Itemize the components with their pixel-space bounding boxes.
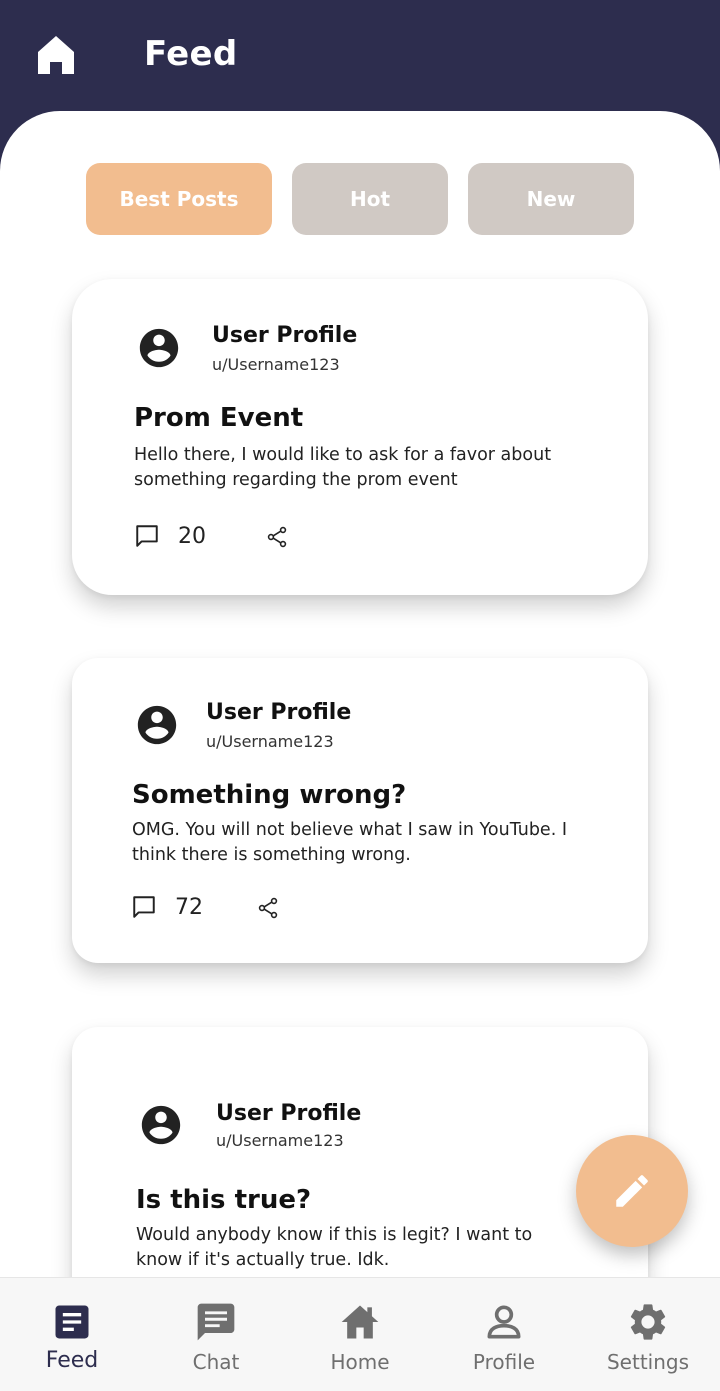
comment-icon[interactable] [131, 894, 157, 920]
post-author-name[interactable]: User Profile [212, 323, 357, 348]
page-title: Feed [144, 34, 238, 74]
tab-hot[interactable]: Hot [292, 163, 448, 235]
post-author-handle: u/Username123 [212, 355, 340, 374]
chat-icon [197, 1303, 235, 1341]
share-icon[interactable] [265, 525, 289, 549]
pencil-icon [616, 1175, 648, 1207]
account-circle-icon [141, 1105, 181, 1145]
gear-icon [630, 1304, 666, 1340]
post-author-name[interactable]: User Profile [206, 700, 351, 725]
nav-label-profile: Profile [472, 1350, 536, 1374]
nav-settings[interactable]: Settings [576, 1278, 720, 1391]
feed-icon [55, 1305, 89, 1339]
post-author-handle: u/Username123 [206, 732, 334, 751]
post-body: Would anybody know if this is legit? I w… [136, 1225, 533, 1270]
tab-new[interactable]: New [468, 163, 634, 235]
nav-feed[interactable]: Feed [0, 1278, 144, 1391]
bottom-navigation: Feed Chat Home Profile Settings [0, 1277, 720, 1391]
post-author-name[interactable]: User Profile [216, 1101, 361, 1126]
post-body: Hello there, I would like to ask for a f… [134, 445, 552, 490]
comment-count: 72 [175, 895, 203, 920]
profile-icon [487, 1305, 521, 1339]
tab-best-posts[interactable]: Best Posts [86, 163, 272, 235]
nav-home[interactable]: Home [288, 1278, 432, 1391]
post-body: OMG. You will not believe what I saw in … [132, 820, 567, 865]
comment-count: 20 [178, 524, 206, 549]
nav-label-feed: Feed [45, 1348, 99, 1373]
nav-label-settings: Settings [606, 1350, 690, 1374]
nav-profile[interactable]: Profile [432, 1278, 576, 1391]
account-circle-icon [137, 705, 177, 745]
post-card[interactable]: User Profile u/Username123 Something wro… [72, 658, 648, 963]
home-icon[interactable] [36, 34, 76, 76]
post-card[interactable]: User Profile u/Username123 Prom Event He… [72, 279, 648, 595]
account-circle-icon [139, 328, 179, 368]
post-title: Prom Event [134, 403, 304, 433]
nav-label-home: Home [330, 1350, 390, 1374]
nav-label-chat: Chat [192, 1350, 240, 1374]
post-title: Is this true? [136, 1185, 312, 1215]
comment-icon[interactable] [134, 523, 160, 549]
nav-chat[interactable]: Chat [144, 1278, 288, 1391]
new-post-button[interactable] [576, 1135, 688, 1247]
home-icon [341, 1305, 379, 1339]
post-title: Something wrong? [132, 780, 407, 810]
post-author-handle: u/Username123 [216, 1131, 344, 1150]
share-icon[interactable] [256, 896, 280, 920]
